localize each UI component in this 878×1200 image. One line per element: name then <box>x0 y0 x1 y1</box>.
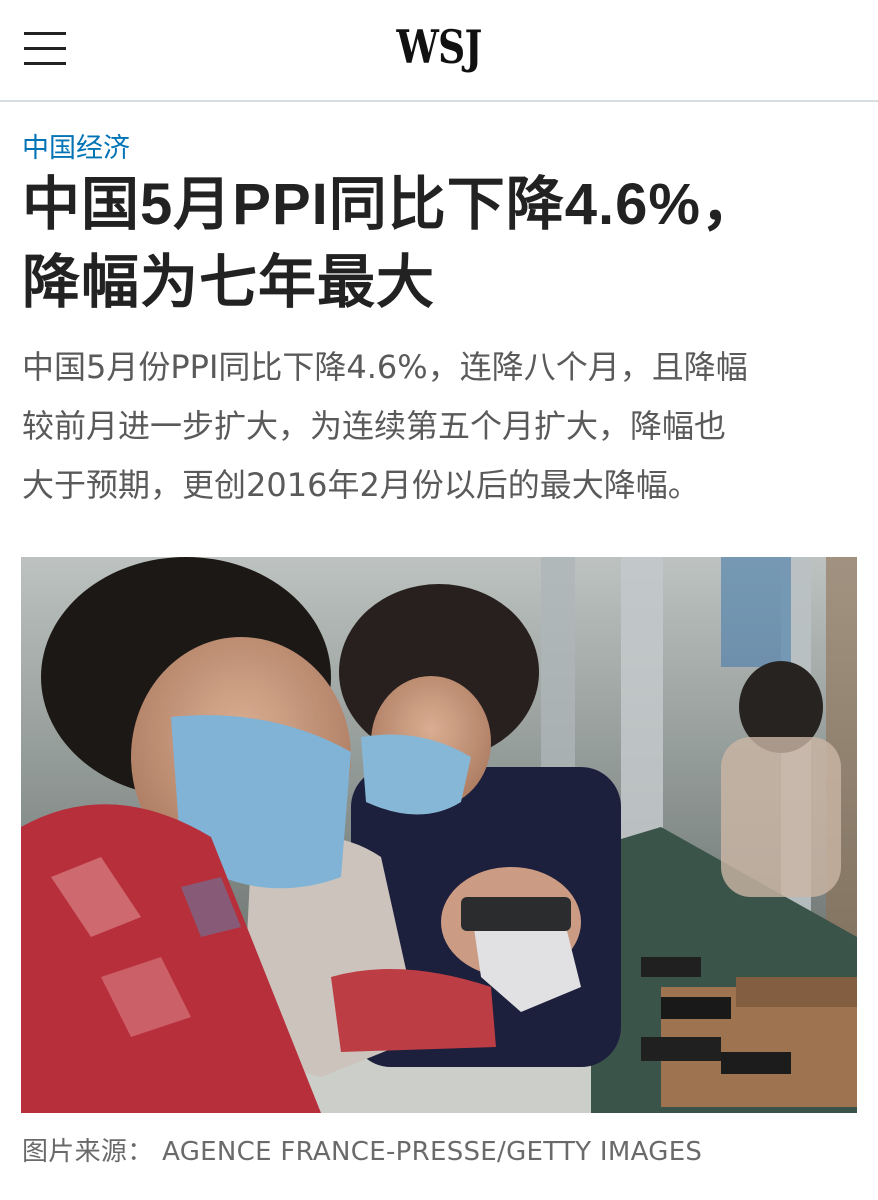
top-navigation-bar: WSJ <box>0 0 878 102</box>
article-headline: 中国5月PPI同比下降4.6%， 降幅为七年最大 <box>22 166 862 322</box>
photo-credit: 图片来源： AGENCE FRANCE-PRESSE/GETTY IMAGES <box>22 1137 703 1167</box>
summary-line-2: 较前月进一步扩大，为连续第五个月扩大，降幅也 <box>22 407 727 445</box>
hamburger-menu-icon[interactable] <box>24 30 66 68</box>
headline-line-1: 中国5月PPI同比下降4.6%， <box>22 172 760 237</box>
summary-line-3: 大于预期，更创2016年2月份以后的最大降幅。 <box>22 466 700 504</box>
article-summary: 中国5月份PPI同比下降4.6%，连降八个月，且降幅 较前月进一步扩大，为连续第… <box>22 338 858 515</box>
article-category-link[interactable]: 中国经济 <box>22 126 130 165</box>
factory-workers-illustration <box>21 557 857 1113</box>
article-photo <box>21 557 857 1113</box>
headline-line-2: 降幅为七年最大 <box>22 250 436 315</box>
menu-line <box>24 62 66 65</box>
menu-line <box>24 32 66 35</box>
wsj-logo[interactable]: WSJ <box>79 20 799 74</box>
summary-line-1: 中国5月份PPI同比下降4.6%，连降八个月，且降幅 <box>22 348 748 386</box>
menu-line <box>24 47 66 50</box>
